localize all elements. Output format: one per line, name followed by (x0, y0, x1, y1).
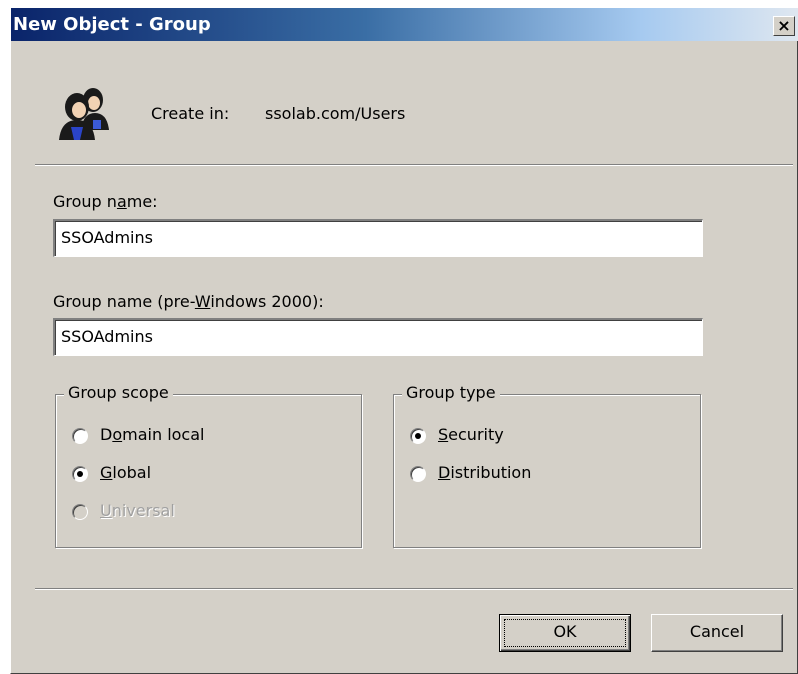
close-icon: × (777, 16, 791, 35)
group-name-pre2000-input[interactable]: SSOAdmins (53, 318, 703, 356)
scope-global-label: Global (100, 463, 152, 482)
scope-global-radio[interactable] (72, 466, 88, 482)
group-users-icon (53, 80, 115, 142)
focus-rectangle (504, 619, 626, 647)
group-name-label: Group name: (53, 192, 158, 211)
type-distribution-radio[interactable] (410, 466, 426, 482)
new-object-group-dialog: New Object - Group × Create in: ssolab.c… (10, 8, 798, 674)
type-security-label: Security (438, 425, 504, 444)
type-distribution-label: Distribution (438, 463, 532, 482)
close-button[interactable]: × (773, 16, 795, 36)
scope-domain-local-radio[interactable] (72, 428, 88, 444)
group-scope-box: Group scope Domain local Global Universa… (55, 383, 362, 548)
create-in-label: Create in: (151, 104, 230, 123)
scope-universal-radio (72, 504, 88, 520)
scope-universal-label: Universal (100, 501, 175, 520)
group-type-box: Group type Security Distribution (393, 383, 701, 548)
ok-button[interactable]: OK (499, 614, 631, 652)
scope-domain-local-label: Domain local (100, 425, 205, 444)
cancel-button[interactable]: Cancel (651, 614, 783, 652)
window-title: New Object - Group (13, 14, 211, 35)
title-bar[interactable]: New Object - Group × (11, 8, 798, 41)
cancel-button-label: Cancel (689, 622, 745, 641)
header-separator (35, 164, 793, 166)
footer-separator (35, 588, 793, 590)
group-scope-legend: Group scope (64, 383, 173, 402)
group-type-legend: Group type (402, 383, 500, 402)
group-name-input[interactable]: SSOAdmins (53, 219, 703, 257)
group-name-pre2000-label: Group name (pre-Windows 2000): (53, 292, 324, 311)
type-security-radio[interactable] (410, 428, 426, 444)
create-in-value: ssolab.com/Users (265, 104, 406, 123)
